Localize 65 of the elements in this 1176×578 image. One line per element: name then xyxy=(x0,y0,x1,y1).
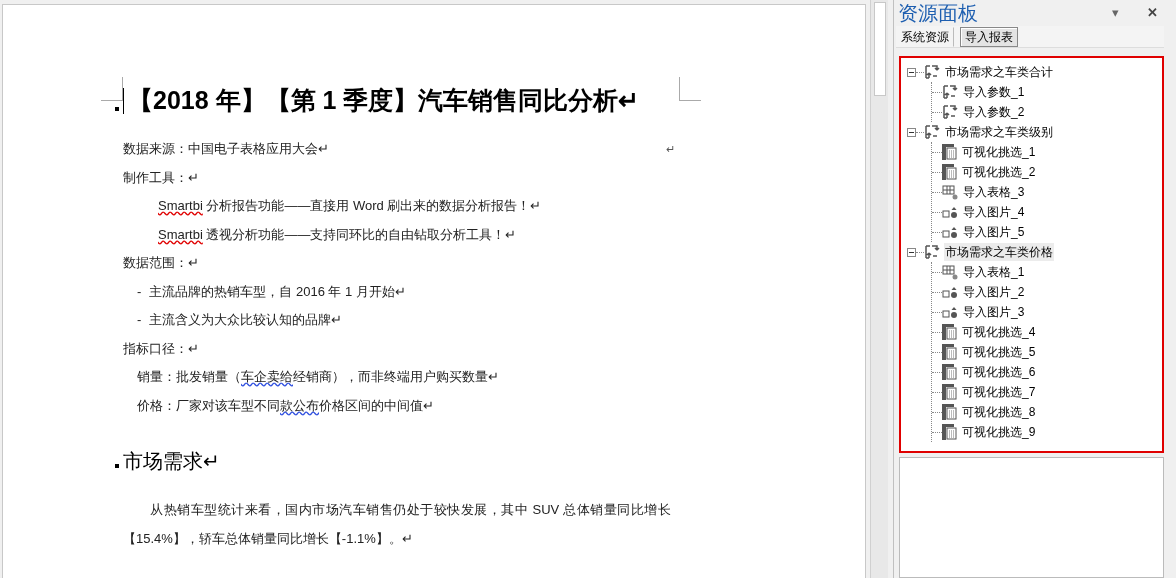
import-arrow-icon xyxy=(942,84,958,100)
image-shapes-icon xyxy=(942,305,958,319)
image-shapes-icon xyxy=(942,285,958,299)
close-button[interactable]: ✕ xyxy=(1147,3,1158,23)
image-shapes-icon xyxy=(942,225,958,239)
tree-item[interactable]: 导入图片_2 xyxy=(962,283,1026,301)
tree-item[interactable]: 可视化挑选_9 xyxy=(961,423,1037,441)
paragraph: 指标口径：↵ xyxy=(123,339,199,358)
list-bullet: - xyxy=(137,311,142,329)
section-heading: 市场需求↵ xyxy=(123,449,220,474)
paragraph: Smartbi 透视分析功能——支持同环比的自由钻取分析工具！↵ xyxy=(157,225,518,244)
import-arrow-icon xyxy=(924,244,940,260)
panel-tab[interactable]: 系统资源 xyxy=(896,27,954,47)
paragraph: 数据范围：↵ xyxy=(123,254,199,272)
paragraph: 制作工具：↵ xyxy=(123,168,199,187)
tree-item[interactable]: 导入表格_1 xyxy=(962,263,1026,281)
tree-item[interactable]: 可视化挑选_8 xyxy=(961,403,1037,421)
tree-item[interactable]: 导入表格_3 xyxy=(962,183,1026,201)
list-item: 主流含义为大众比较认知的品牌↵ xyxy=(149,311,343,329)
calculator-icon xyxy=(942,364,957,380)
calculator-icon xyxy=(942,424,957,440)
collapse-toggle[interactable] xyxy=(907,247,916,257)
heading-marker xyxy=(115,107,119,111)
text-cursor xyxy=(123,88,124,114)
calculator-icon xyxy=(942,344,957,360)
tree-item[interactable]: 可视化挑选_6 xyxy=(961,363,1037,381)
tree-item[interactable]: 导入参数_2 xyxy=(962,103,1026,121)
tree-item[interactable]: 导入图片_4 xyxy=(962,203,1026,221)
panel-title: 资源面板 xyxy=(897,1,979,25)
import-arrow-icon xyxy=(924,64,940,80)
list-bullet: - xyxy=(137,282,142,301)
calculator-icon xyxy=(942,324,957,340)
document-title: 【2018 年】【第 1 季度】汽车销售同比分析↵ xyxy=(128,85,640,117)
tree-item[interactable]: 市场需求之车类级别 xyxy=(944,123,1054,141)
tree-item[interactable]: 可视化挑选_2 xyxy=(961,163,1037,181)
tree-item[interactable]: 市场需求之车类合计 xyxy=(944,63,1054,81)
panel-tab[interactable]: 导入报表 xyxy=(960,27,1018,47)
tree-item[interactable]: 市场需求之车类价格 xyxy=(944,243,1054,261)
list-item: 主流品牌的热销车型，自 2016 年 1 月开始↵ xyxy=(149,282,406,301)
tree-item[interactable]: 可视化挑选_7 xyxy=(961,383,1037,401)
tree-item[interactable]: 导入图片_5 xyxy=(962,223,1026,241)
paragraph: Smartbi 分析报告功能——直接用 Word 刷出来的数据分析报告！↵ xyxy=(157,197,543,215)
tree-item[interactable]: 可视化挑选_4 xyxy=(961,323,1037,341)
calculator-icon xyxy=(942,144,957,160)
image-shapes-icon xyxy=(942,205,958,219)
collapse-toggle[interactable] xyxy=(907,127,916,137)
margin-corner-mark xyxy=(679,77,701,101)
tree-item[interactable]: 导入参数_1 xyxy=(962,83,1026,101)
scrollbar-thumb[interactable] xyxy=(873,2,886,96)
paragraph-mark: ↵ xyxy=(666,142,675,157)
collapse-toggle[interactable] xyxy=(907,67,916,77)
paragraph: 数据来源：中国电子表格应用大会↵ xyxy=(123,140,329,158)
import-arrow-icon xyxy=(924,124,940,140)
panel-menu-button[interactable]: ▾ xyxy=(1112,3,1119,23)
calculator-icon xyxy=(942,164,957,180)
paragraph: 销量：批发销量（车企卖给经销商），而非终端用户购买数量↵ xyxy=(136,368,500,386)
import-arrow-icon xyxy=(942,104,958,120)
calculator-icon xyxy=(942,384,957,400)
tree-item[interactable]: 可视化挑选_1 xyxy=(961,143,1037,161)
calculator-icon xyxy=(942,404,957,420)
paragraph: 价格：厂家对该车型不同款公布价格区间的中间值↵ xyxy=(136,396,435,415)
tree-item[interactable]: 导入图片_3 xyxy=(962,303,1026,321)
body-paragraph: 从热销车型统计来看，国内市场汽车销售仍处于较快发展，其中 SUV 总体销量同比增长【15.4%】，轿车总体销量同比增长【-1.1%】。↵ xyxy=(123,501,671,548)
heading-marker xyxy=(115,464,119,468)
tree-item[interactable]: 可视化挑选_5 xyxy=(961,343,1037,361)
